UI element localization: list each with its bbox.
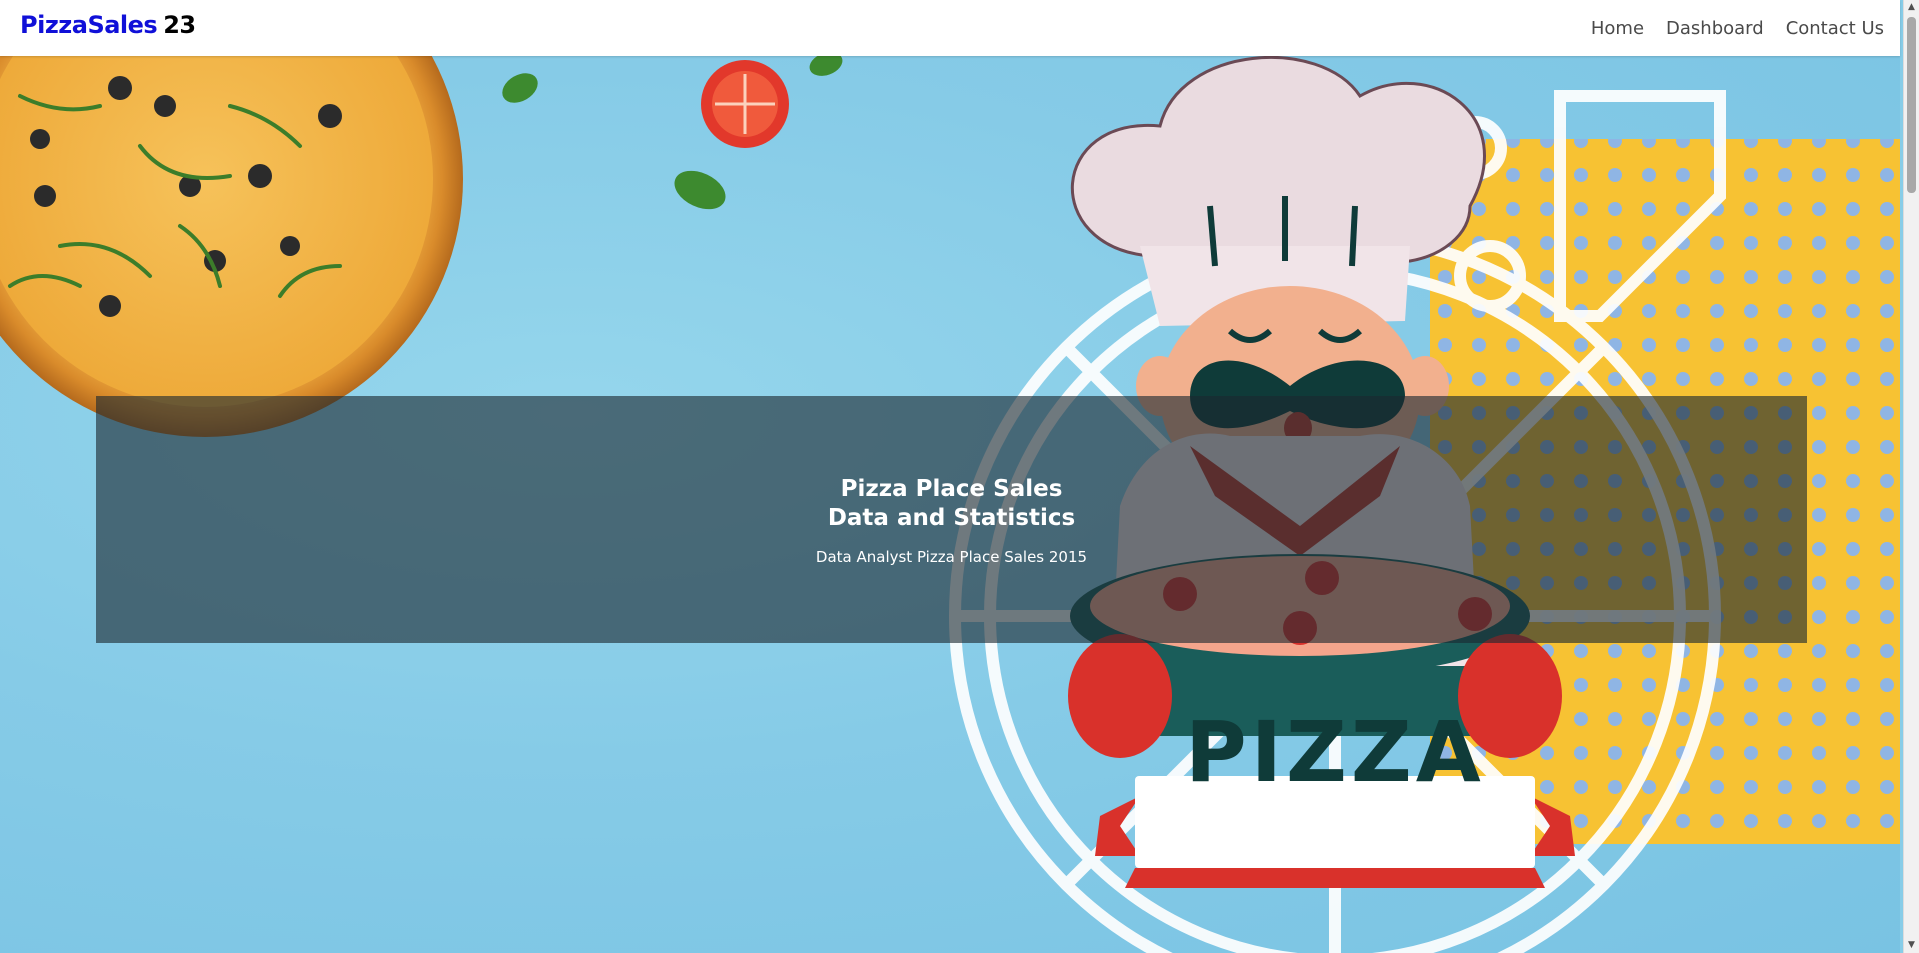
brand-number: 23 (163, 11, 196, 39)
navbar: PizzaSales 23 Home Dashboard Contact Us (0, 0, 1900, 56)
hero-section: PIZZA Pizza Place Sales Data and Statist… (0, 56, 1900, 953)
tomato-slice (701, 60, 789, 148)
pizza-banner-text: PIZZA (1185, 703, 1485, 801)
hero-subtitle: Data Analyst Pizza Place Sales 2015 (815, 548, 1088, 566)
nav-link-contact-us[interactable]: Contact Us (1786, 18, 1884, 39)
brand-logo[interactable]: PizzaSales 23 (20, 11, 196, 39)
hero-title: Pizza Place Sales Data and Statistics (96, 475, 1807, 533)
scrollbar-thumb[interactable] (1907, 17, 1916, 193)
nav-link-dashboard[interactable]: Dashboard (1666, 18, 1764, 39)
brand-name: PizzaSales (20, 11, 158, 39)
scroll-down-icon[interactable]: ▼ (1904, 938, 1919, 953)
hero-title-line1: Pizza Place Sales (840, 476, 1063, 502)
hero-title-line2: Data and Statistics (827, 505, 1076, 531)
hero-overlay: Pizza Place Sales Data and Statistics Da… (96, 396, 1807, 643)
scroll-up-icon[interactable]: ▲ (1904, 0, 1919, 15)
basil-leaves (502, 56, 843, 210)
nav-links: Home Dashboard Contact Us (1591, 0, 1884, 56)
page-scrollbar[interactable]: ▲ ▼ (1903, 0, 1919, 953)
nav-link-home[interactable]: Home (1591, 18, 1644, 39)
pizza-image (0, 56, 463, 437)
